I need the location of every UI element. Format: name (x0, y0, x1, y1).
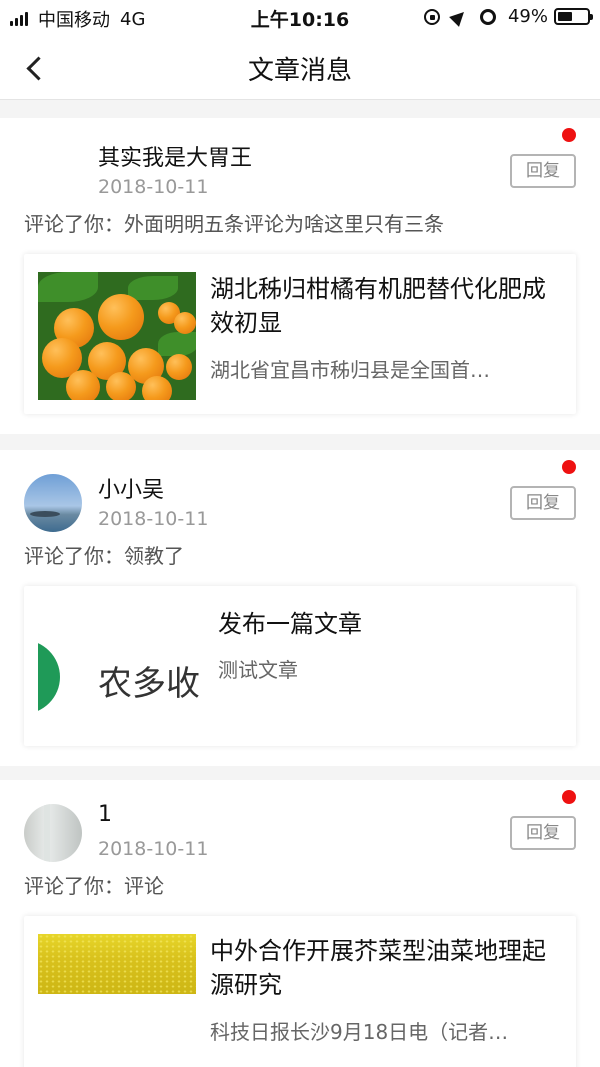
message-date: 2018-10-11 (98, 176, 209, 198)
location-icon (449, 6, 469, 27)
user-name[interactable]: 1 (98, 802, 112, 827)
unread-dot (562, 460, 576, 474)
oranges-image (38, 272, 196, 400)
message-date: 2018-10-11 (98, 508, 209, 530)
logo-text: 农多收 (98, 664, 200, 704)
article-summary: 测试文章 (218, 658, 298, 682)
comment-text: 评论了你：领教了 (24, 544, 184, 568)
unread-dot (562, 128, 576, 142)
logo-mark-icon (38, 640, 60, 714)
article-title: 发布一篇文章 (218, 610, 362, 638)
battery-icon (554, 8, 593, 25)
comment-text: 评论了你：评论 (24, 874, 164, 898)
nav-bar: 文章消息 (0, 34, 600, 100)
reply-button[interactable]: 回复 (510, 486, 576, 520)
article-summary: 湖北省宜昌市秭归县是全国首… (210, 358, 490, 382)
alarm-icon (479, 8, 496, 25)
message-date: 2018-10-11 (98, 838, 209, 860)
comment-text: 评论了你：外面明明五条评论为啥这里只有三条 (24, 212, 444, 236)
battery-percent: 49% (507, 6, 548, 27)
article-summary: 科技日报长沙9月18日电（记者… (210, 1020, 509, 1044)
message-card: 小小吴 2018-10-11 回复 评论了你：领教了 农多收 发布一篇文章 测试… (0, 450, 600, 766)
page-title: 文章消息 (247, 56, 352, 86)
article-title: 湖北秭归柑橘有机肥替代化肥成效初显 (210, 275, 546, 337)
article-preview[interactable]: 中外合作开展芥菜型油菜地理起源研究 科技日报长沙9月18日电（记者… (24, 916, 576, 1067)
rotation-lock-icon (423, 8, 440, 25)
message-card: 其实我是大胃王 2018-10-11 回复 评论了你：外面明明五条评论为啥这里只… (0, 118, 600, 434)
avatar[interactable] (24, 142, 82, 200)
article-preview[interactable]: 农多收 发布一篇文章 测试文章 (24, 586, 576, 746)
message-card: 1 2018-10-11 回复 评论了你：评论 中外合作开展芥菜型油菜地理起源研… (0, 780, 600, 1067)
unread-dot (562, 790, 576, 804)
user-name[interactable]: 小小吴 (98, 472, 164, 504)
status-bar: 中国移动 4G 上午10:16 49% (0, 0, 600, 34)
reply-button[interactable]: 回复 (510, 154, 576, 188)
article-title: 中外合作开展芥菜型油菜地理起源研究 (210, 937, 546, 999)
user-name[interactable]: 其实我是大胃王 (98, 140, 252, 172)
battery-fill (558, 12, 572, 21)
avatar[interactable] (24, 804, 82, 862)
article-preview[interactable]: 湖北秭归柑橘有机肥替代化肥成效初显 湖北省宜昌市秭归县是全国首… (24, 254, 576, 414)
status-right: 49% (423, 6, 593, 27)
logo: 农多收 (38, 626, 218, 716)
reply-button[interactable]: 回复 (510, 816, 576, 850)
rapeseed-field-image (38, 934, 196, 994)
avatar[interactable] (24, 474, 82, 532)
